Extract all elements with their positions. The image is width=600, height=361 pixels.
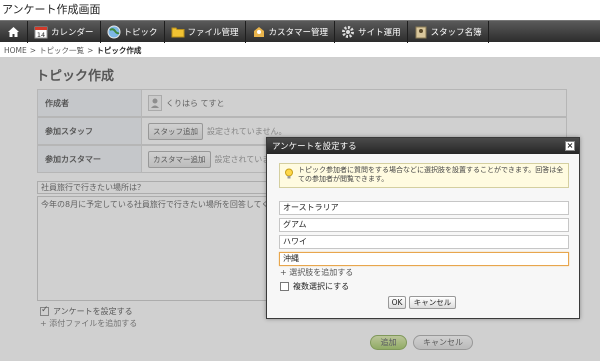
multi-select-row[interactable]: 複数選択にする	[280, 281, 349, 292]
nav-calendar-label: カレンダー	[51, 27, 94, 38]
page-caption: アンケート作成画面	[2, 3, 101, 16]
multi-select-checkbox[interactable]	[280, 282, 289, 291]
dialog-header: アンケートを設定する ×	[267, 138, 579, 154]
breadcrumb: HOME > トピック一覧 > トピック作成	[4, 45, 141, 56]
nav-staff[interactable]: スタッフ名簿	[408, 20, 489, 43]
choice-input[interactable]: ハワイ	[279, 235, 569, 249]
gear-icon	[341, 25, 355, 39]
add-choice-link[interactable]: + 選択肢を追加する	[280, 267, 353, 278]
dialog-cancel-button[interactable]: キャンセル	[409, 296, 456, 309]
dialog-title: アンケートを設定する	[272, 142, 357, 152]
nav-files-label: ファイル管理	[187, 27, 239, 38]
staff-icon	[414, 25, 428, 39]
choice-input[interactable]: グアム	[279, 218, 569, 232]
info-text: トピック参加者に質問をする場合などに選択肢を設置することができます。回答は全ての…	[298, 166, 564, 183]
choice-input-focused[interactable]: 沖縄	[279, 252, 569, 266]
breadcrumb-topic-list[interactable]: トピック一覧	[39, 46, 84, 55]
folder-icon	[171, 25, 185, 39]
breadcrumb-current: トピック作成	[96, 46, 142, 55]
nav-site-label: サイト運用	[358, 27, 401, 38]
customers-icon	[252, 25, 266, 39]
home-icon	[8, 26, 19, 37]
close-icon[interactable]: ×	[565, 141, 575, 151]
svg-text:14: 14	[37, 31, 45, 39]
nav-customers-label: カスタマー管理	[268, 27, 329, 38]
nav-staff-label: スタッフ名簿	[430, 27, 482, 38]
globe-icon	[107, 25, 121, 39]
breadcrumb-separator: >	[29, 46, 37, 55]
nav-calendar[interactable]: 14 カレンダー	[28, 20, 101, 43]
choice-input[interactable]: オーストラリア	[279, 201, 569, 215]
home-button[interactable]	[0, 20, 28, 43]
multi-select-label: 複数選択にする	[293, 282, 350, 291]
nav-customers[interactable]: カスタマー管理	[246, 20, 336, 43]
nav-topic[interactable]: トピック	[101, 20, 165, 43]
main-nav: 14 カレンダー トピック ファイル管理 カスタマー管理 サイト運用 スタッフ名…	[0, 20, 600, 43]
breadcrumb-home[interactable]: HOME	[4, 46, 27, 55]
nav-site[interactable]: サイト運用	[335, 20, 408, 43]
dialog-ok-button[interactable]: OK	[388, 296, 406, 309]
calendar-icon: 14	[34, 25, 48, 39]
nav-topic-label: トピック	[123, 27, 158, 38]
lightbulb-icon	[284, 168, 294, 183]
info-message: トピック参加者に質問をする場合などに選択肢を設置することができます。回答は全ての…	[279, 163, 569, 188]
nav-files[interactable]: ファイル管理	[165, 20, 246, 43]
survey-dialog: アンケートを設定する × トピック参加者に質問をする場合などに選択肢を設置するこ…	[266, 137, 580, 319]
breadcrumb-separator: >	[87, 46, 94, 55]
